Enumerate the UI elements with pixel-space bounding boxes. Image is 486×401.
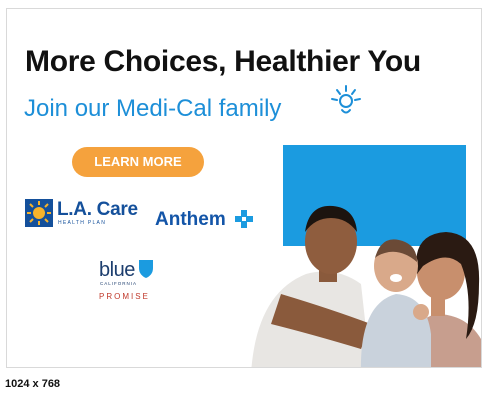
blue-shield-california: CALIFORNIA [100,281,138,286]
family-photo [251,205,481,367]
learn-more-button[interactable]: LEARN MORE [72,147,204,177]
promise-label: PROMISE [99,292,150,301]
anthem-name: Anthem [155,209,226,230]
ad-headline: More Choices, Healthier You [25,45,421,78]
sun-smile-icon [331,85,361,114]
blue-shield-word: blue [99,259,135,281]
ad-subhead: Join our Medi-Cal family [24,95,282,122]
la-care-sunburst-icon [25,199,53,227]
blue-shield-icon [139,260,153,278]
ad-banner[interactable]: More Choices, Healthier You Join our Med… [6,8,482,368]
la-care-subtitle: HEALTH PLAN [58,220,107,226]
la-care-name: L.A. Care [57,199,138,220]
ad-size-label: 1024 x 768 [5,378,61,390]
